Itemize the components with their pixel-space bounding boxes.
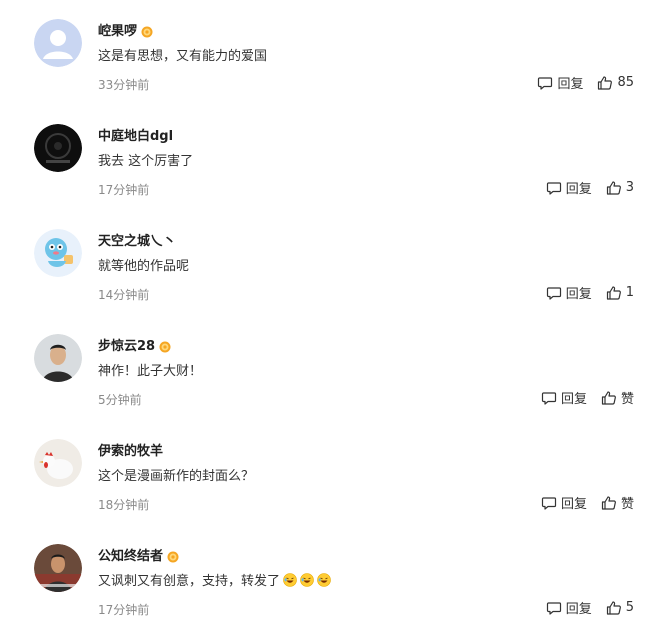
- user-avatar[interactable]: [34, 544, 82, 592]
- username-row: 天空之城乀丶: [98, 229, 176, 249]
- comment-item: 中庭地白dgl 我去 这个厉害了 17分钟前 回复 3: [0, 124, 672, 224]
- comment-body: 这个是漫画新作的封面么？: [98, 469, 255, 484]
- comment-text: 这个是漫画新作的封面么？: [98, 465, 254, 484]
- comment-body: 又讽刺又有创意，支持，转发了: [98, 574, 281, 589]
- comment-item: 天空之城乀丶就等他的作品呢 14分钟前 回复 1: [0, 229, 672, 329]
- comment-text: 就等他的作品呢: [98, 255, 189, 274]
- reply-button[interactable]: 回复: [546, 283, 592, 302]
- username-row: 公知终结者: [98, 544, 179, 564]
- user-avatar[interactable]: [34, 19, 82, 67]
- like-button[interactable]: 1: [606, 285, 634, 301]
- like-count: 1: [625, 285, 634, 300]
- username[interactable]: 中庭地白dgl: [98, 125, 173, 144]
- thumbs-up-icon: [606, 285, 622, 301]
- comment-actions: 回复 3: [546, 178, 634, 197]
- like-count: 3: [625, 180, 634, 195]
- like-count: 85: [617, 75, 634, 90]
- user-avatar[interactable]: [34, 124, 82, 172]
- reply-button[interactable]: 回复: [541, 493, 587, 512]
- comment-item: 步惊云28 神作！此子大财！ 5分钟前 回复 赞: [0, 334, 672, 434]
- reply-label: 回复: [565, 287, 592, 302]
- vip-badge-icon: [167, 548, 179, 563]
- comment-actions: 回复 赞: [541, 493, 634, 512]
- reply-label: 回复: [565, 602, 592, 617]
- comment-item: 伊索的牧羊这个是漫画新作的封面么？ 18分钟前 回复 赞: [0, 439, 672, 539]
- reply-label: 回复: [557, 77, 584, 92]
- vip-badge-icon: [141, 23, 153, 38]
- like-button[interactable]: 赞: [601, 493, 634, 512]
- comment-text: 又讽刺又有创意，支持，转发了: [98, 570, 331, 589]
- username[interactable]: 步惊云28: [98, 335, 155, 354]
- user-avatar[interactable]: [34, 334, 82, 382]
- like-button[interactable]: 5: [606, 600, 634, 616]
- username[interactable]: 天空之城乀丶: [98, 230, 176, 249]
- comment-item: 公知终结者又讽刺又有创意，支持，转发了 17分钟前 回复 5: [0, 544, 672, 644]
- comment-text: 这是有思想，又有能力的爱国: [98, 45, 267, 64]
- username-row: 崆果啰: [98, 19, 153, 39]
- laughing-emoji-icon: [283, 572, 297, 587]
- like-count: 5: [625, 600, 634, 615]
- like-button[interactable]: 3: [606, 180, 634, 196]
- like-button[interactable]: 85: [597, 75, 634, 91]
- thumbs-up-icon: [606, 600, 622, 616]
- reply-label: 回复: [560, 497, 587, 512]
- like-count: 赞: [620, 392, 634, 407]
- comment-bubble-icon: [546, 180, 562, 196]
- laughing-emoji-icon: [300, 572, 314, 587]
- comment-body: 我去 这个厉害了: [98, 154, 194, 169]
- comment-text: 神作！此子大财！: [98, 360, 202, 379]
- user-avatar[interactable]: [34, 229, 82, 277]
- username-row: 步惊云28: [98, 334, 171, 354]
- laughing-emoji-icon: [317, 572, 331, 587]
- timestamp: 5分钟前: [98, 393, 142, 407]
- comment-body: 就等他的作品呢: [98, 259, 190, 274]
- reply-label: 回复: [565, 182, 592, 197]
- username-row: 中庭地白dgl: [98, 124, 173, 144]
- comment-actions: 回复 1: [546, 283, 634, 302]
- like-button[interactable]: 赞: [601, 388, 634, 407]
- reply-button[interactable]: 回复: [541, 388, 587, 407]
- vip-badge-icon: [159, 338, 171, 353]
- thumbs-up-icon: [601, 390, 617, 406]
- comment-body: 神作！此子大财！: [98, 364, 203, 379]
- comment-bubble-icon: [546, 600, 562, 616]
- thumbs-up-icon: [606, 180, 622, 196]
- comment-actions: 回复 赞: [541, 388, 634, 407]
- thumbs-up-icon: [601, 495, 617, 511]
- like-count: 赞: [620, 497, 634, 512]
- comment-actions: 回复 85: [537, 73, 634, 92]
- timestamp: 14分钟前: [98, 288, 150, 302]
- timestamp: 17分钟前: [98, 603, 150, 617]
- timestamp: 33分钟前: [98, 78, 150, 92]
- username[interactable]: 崆果啰: [98, 20, 137, 39]
- comment-bubble-icon: [541, 495, 557, 511]
- reply-button[interactable]: 回复: [546, 598, 592, 617]
- comment-bubble-icon: [541, 390, 557, 406]
- reply-button[interactable]: 回复: [537, 73, 583, 92]
- comment-body: 这是有思想，又有能力的爱国: [98, 49, 268, 64]
- comment-text: 我去 这个厉害了: [98, 150, 193, 169]
- comment-item: 崆果啰这是有思想，又有能力的爱国 33分钟前 回复 85: [0, 19, 672, 119]
- username[interactable]: 公知终结者: [98, 545, 163, 564]
- comment-actions: 回复 5: [546, 598, 634, 617]
- timestamp: 18分钟前: [98, 498, 150, 512]
- comment-bubble-icon: [546, 285, 562, 301]
- thumbs-up-icon: [597, 75, 613, 91]
- username[interactable]: 伊索的牧羊: [98, 440, 163, 459]
- username-row: 伊索的牧羊: [98, 439, 163, 459]
- reply-button[interactable]: 回复: [546, 178, 592, 197]
- reply-label: 回复: [560, 392, 587, 407]
- comment-bubble-icon: [537, 75, 553, 91]
- user-avatar[interactable]: [34, 439, 82, 487]
- comment-list: 崆果啰 这是有思想，又有能力的爱国 33分钟前 回复 85 中庭地白dgl 我去 这个厉害了…: [0, 0, 672, 631]
- timestamp: 17分钟前: [98, 183, 150, 197]
